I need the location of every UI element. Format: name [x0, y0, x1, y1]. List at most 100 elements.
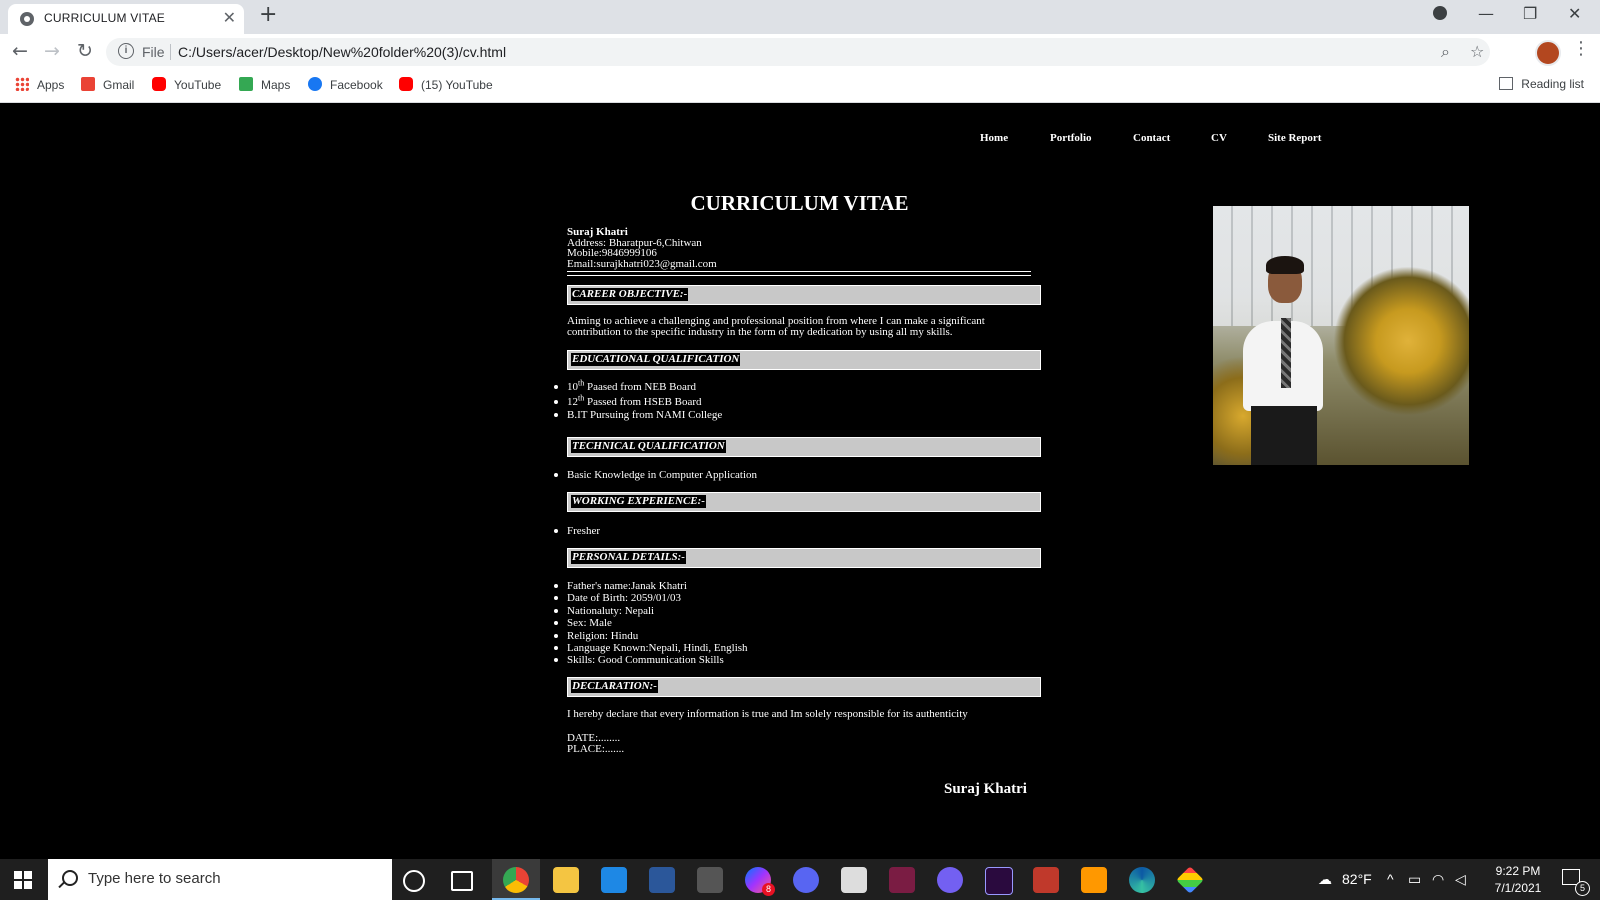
declaration-text: I hereby declare that every information … [567, 708, 968, 720]
list-item: Religion: Hindu [554, 630, 748, 642]
reading-list-icon [1499, 77, 1514, 90]
premiere-icon[interactable] [985, 867, 1013, 895]
list-item: 10th Paased from NEB Board [553, 379, 722, 393]
list-item: Nationaluty: Nepali [554, 605, 748, 617]
tab-title: CURRICULUM VITAE [44, 11, 165, 25]
file-explorer-icon[interactable] [553, 867, 579, 893]
mail-icon[interactable] [601, 867, 627, 893]
apps-grid-icon [15, 77, 29, 91]
experience-list: Fresher [554, 525, 600, 537]
star-icon[interactable]: ☆ [1470, 42, 1484, 61]
section-header-technical: TECHNICAL QUALIFICATION [567, 437, 1041, 457]
contact-block: Suraj Khatri Address: Bharatpur-6,Chitwa… [567, 227, 717, 269]
page-title: CURRICULUM VITAE [690, 191, 909, 215]
volume-icon[interactable]: ◁ [1455, 871, 1466, 888]
clock[interactable]: 9:22 PM 7/1/2021 [1488, 863, 1548, 897]
notification-count: 5 [1575, 881, 1590, 896]
maps-icon [239, 77, 253, 91]
bookmarks-bar: Apps Gmail YouTube Maps Facebook (15) Yo… [0, 70, 1600, 103]
clock-time: 9:22 PM [1495, 864, 1541, 878]
date-label: DATE:........ [567, 732, 621, 744]
section-header-career: CAREER OBJECTIVE:- [567, 285, 1041, 305]
discord-icon[interactable] [793, 867, 819, 893]
close-tab-icon[interactable]: ✕ [223, 8, 236, 27]
task-view-icon[interactable] [451, 871, 473, 891]
browser-tab[interactable]: CURRICULUM VITAE ✕ [8, 4, 244, 34]
career-objective-text: Aiming to achieve a challenging and prof… [567, 315, 985, 338]
bookmark-gmail[interactable]: Gmail [81, 77, 134, 92]
youtube-icon [399, 77, 413, 91]
section-header-personal: PERSONAL DETAILS:- [567, 548, 1041, 568]
nav-home[interactable]: Home [980, 132, 1008, 144]
windows-start-icon[interactable] [14, 871, 32, 889]
scheme-label: File [142, 44, 165, 60]
section-header-declaration: DECLARATION:- [567, 677, 1041, 697]
profile-photo [1213, 206, 1469, 465]
pocket-icon[interactable] [889, 867, 915, 893]
education-list: 10th Paased from NEB Board 12th Passed f… [553, 379, 722, 421]
sublime-icon[interactable] [1081, 867, 1107, 893]
address-bar[interactable]: i File C:/Users/acer/Desktop/New%20folde… [106, 38, 1490, 66]
chevron-up-icon[interactable]: ^ [1387, 871, 1394, 887]
git-icon[interactable] [1176, 866, 1204, 894]
bookmark-youtube-15[interactable]: (15) YouTube [399, 77, 493, 92]
bookmark-apps[interactable]: Apps [15, 77, 64, 92]
site-info-icon[interactable]: i [118, 43, 134, 59]
restore-button[interactable]: ❐ [1523, 4, 1537, 23]
close-window-button[interactable]: ✕ [1568, 4, 1581, 23]
zoom-icon[interactable]: ⌕ [1441, 42, 1450, 62]
taskbar-chrome-active[interactable] [492, 859, 540, 900]
tab-search-icon[interactable] [1433, 6, 1447, 20]
toolbar: ← → ↻ i File C:/Users/acer/Desktop/New%2… [0, 34, 1600, 70]
page-content: Home Portfolio Contact CV Site Report CU… [0, 103, 1600, 859]
taskbar: Type here to search 8 ☁ 82°F ^ ▭ ◠ ◁ 9:2… [0, 859, 1600, 900]
divider [567, 271, 1031, 276]
reload-icon[interactable]: ↻ [77, 40, 93, 62]
nav-cv[interactable]: CV [1211, 132, 1227, 144]
more-menu-icon[interactable]: ⋮ [1572, 38, 1590, 59]
url-text[interactable]: C:/Users/acer/Desktop/New%20folder%20(3)… [178, 44, 506, 60]
signature: Suraj Khatri [944, 781, 1027, 797]
divider [170, 44, 171, 60]
personal-details-list: Father's name:Janak Khatri Date of Birth… [554, 580, 748, 667]
forward-arrow-icon[interactable]: → [44, 40, 60, 62]
weather-icon[interactable]: ☁ [1318, 871, 1332, 888]
wifi-icon[interactable]: ◠ [1432, 871, 1444, 888]
edge-icon[interactable] [1129, 867, 1155, 893]
profile-avatar[interactable] [1535, 40, 1561, 66]
battery-icon[interactable]: ▭ [1408, 871, 1421, 888]
contact-mobile: Mobile:9846999106 [567, 247, 657, 259]
youtube-icon [152, 77, 166, 91]
new-tab-button[interactable]: + [259, 2, 277, 27]
list-item: Language Known:Nepali, Hindi, English [554, 642, 748, 655]
browser-chrome: CURRICULUM VITAE ✕ + — ❐ ✕ ← → ↻ i File … [0, 0, 1600, 103]
back-arrow-icon[interactable]: ← [12, 40, 28, 62]
facebook-icon [308, 77, 322, 91]
bookmark-youtube[interactable]: YouTube [152, 77, 221, 92]
taskbar-search[interactable]: Type here to search [48, 859, 392, 900]
messenger-badge: 8 [762, 883, 775, 896]
contact-email: Email:surajkhatri023@gmail.com [567, 257, 717, 270]
cortana-icon[interactable] [403, 870, 425, 892]
weather-temp[interactable]: 82°F [1342, 871, 1372, 887]
bookmark-maps[interactable]: Maps [239, 77, 290, 92]
nav-site-report[interactable]: Site Report [1268, 132, 1321, 144]
search-icon [62, 870, 78, 886]
nav-portfolio[interactable]: Portfolio [1050, 132, 1092, 144]
nav-contact[interactable]: Contact [1133, 132, 1170, 144]
list-item: Father's name:Janak Khatri [554, 580, 748, 592]
among-us-icon[interactable] [1033, 867, 1059, 893]
section-header-experience: WORKING EXPERIENCE:- [567, 492, 1041, 512]
globe-icon [20, 12, 34, 26]
notion-icon[interactable] [697, 867, 723, 893]
gmail-icon [81, 77, 95, 91]
store-icon[interactable] [841, 867, 867, 893]
list-item: Sex: Male [554, 617, 748, 629]
technical-list: Basic Knowledge in Computer Application [553, 469, 757, 481]
word-icon[interactable] [649, 867, 675, 893]
minimize-button[interactable]: — [1478, 4, 1494, 23]
viber-icon[interactable] [937, 867, 963, 893]
reading-list-button[interactable]: Reading list [1499, 77, 1584, 91]
list-item: 12th Passed from HSEB Board [553, 394, 722, 408]
bookmark-facebook[interactable]: Facebook [308, 77, 383, 92]
